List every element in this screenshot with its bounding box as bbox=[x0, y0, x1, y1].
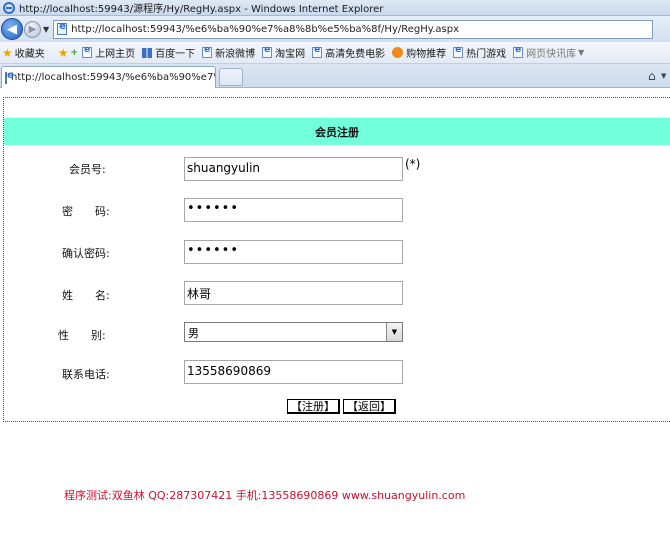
favorite-item[interactable]: 新浪微博 bbox=[202, 45, 255, 60]
address-url: http://localhost:59943/%e6%ba%90%e7%a8%8… bbox=[71, 23, 460, 35]
recent-pages-dropdown-icon[interactable]: ▼ bbox=[43, 25, 49, 34]
member-id-input[interactable]: shuangyulin bbox=[184, 157, 403, 181]
tab-label: http://localhost:59943/%e6%ba%90%e7%a8%8… bbox=[11, 72, 215, 83]
back-button[interactable]: 【返回】 bbox=[343, 399, 396, 414]
window-title-bar: http://localhost:59943/源程序/Hy/RegHy.aspx… bbox=[0, 0, 670, 16]
favorite-item-label: 购物推荐 bbox=[406, 49, 447, 60]
favorite-item-label: 网页快讯库 bbox=[526, 49, 577, 60]
favorite-item-label: 高清免费电影 bbox=[325, 49, 386, 60]
arrow-right-icon: ▶ bbox=[28, 23, 37, 35]
add-favorite-icon[interactable]: ★ bbox=[58, 46, 69, 60]
favorite-item-label: 新浪微博 bbox=[215, 49, 256, 60]
page-icon bbox=[5, 70, 14, 84]
back-button[interactable]: ◀ bbox=[1, 18, 23, 40]
favorites-bar: ★ 收藏夹 ★+ 上网主页 百度一下 新浪微博 淘宝网 高清免费电影 购物推荐 … bbox=[0, 42, 670, 64]
window-title: http://localhost:59943/源程序/Hy/RegHy.aspx… bbox=[19, 4, 384, 15]
confirm-password-input[interactable]: •••••• bbox=[184, 240, 403, 264]
confirm-password-label: 确认密码: bbox=[62, 247, 110, 260]
new-tab-button[interactable] bbox=[219, 68, 243, 86]
ie-page-icon bbox=[202, 45, 213, 58]
favorite-item[interactable]: 百度一下 bbox=[142, 45, 195, 60]
favorite-item[interactable]: 高清免费电影 bbox=[312, 45, 385, 60]
footer-text: 程序测试:双鱼林 QQ:287307421 手机:13558690869 www… bbox=[64, 489, 466, 502]
navigation-bar: ◀ ▶ ▼ http://localhost:59943/%e6%ba%90%e… bbox=[0, 16, 670, 42]
required-mark: (*) bbox=[405, 157, 421, 171]
member-id-label: 会员号: bbox=[69, 163, 106, 176]
name-input[interactable]: 林哥 bbox=[184, 281, 403, 305]
password-label: 密 码: bbox=[62, 205, 110, 218]
page-icon bbox=[57, 21, 68, 35]
gender-selected-value: 男 bbox=[188, 327, 199, 340]
favorite-item[interactable]: 热门游戏 bbox=[453, 45, 506, 60]
chevron-down-icon[interactable]: ▼ bbox=[661, 72, 666, 80]
plus-icon: + bbox=[70, 47, 79, 58]
password-input[interactable]: •••••• bbox=[184, 198, 403, 222]
register-button[interactable]: 【注册】 bbox=[287, 399, 340, 414]
favorite-item[interactable]: 淘宝网 bbox=[262, 45, 305, 60]
arrow-left-icon: ◀ bbox=[7, 21, 17, 37]
ie-page-icon bbox=[453, 45, 464, 58]
ie-page-icon bbox=[82, 45, 93, 58]
ie-logo-icon bbox=[3, 1, 15, 14]
form-header: 会员注册 bbox=[4, 117, 670, 145]
forward-button[interactable]: ▶ bbox=[24, 20, 41, 38]
address-bar[interactable]: http://localhost:59943/%e6%ba%90%e7%a8%8… bbox=[53, 19, 654, 39]
favorite-item[interactable]: 上网主页 bbox=[82, 45, 135, 60]
gender-label: 性 别: bbox=[58, 329, 106, 342]
tab-strip: http://localhost:59943/%e6%ba%90%e7%a8%8… bbox=[0, 64, 670, 88]
favorites-label: 收藏夹 bbox=[14, 49, 45, 60]
name-label: 姓 名: bbox=[62, 289, 110, 302]
web-slice-gallery[interactable]: 网页快讯库▼ bbox=[513, 45, 584, 60]
phone-label: 联系电话: bbox=[62, 368, 110, 381]
ie-page-icon bbox=[312, 45, 323, 58]
baidu-icon bbox=[142, 47, 153, 58]
gender-select[interactable]: 男 ▼ bbox=[184, 322, 403, 342]
shopping-icon bbox=[392, 47, 404, 58]
page-content: 会员注册 会员号: shuangyulin (*) 密 码: •••••• 确认… bbox=[0, 89, 670, 547]
ie-page-icon bbox=[262, 45, 273, 58]
favorite-item-label: 淘宝网 bbox=[275, 49, 306, 60]
chevron-down-icon[interactable]: ▼ bbox=[386, 323, 402, 341]
favorites-button[interactable]: ★ 收藏夹 bbox=[2, 45, 45, 61]
favorite-item-label: 上网主页 bbox=[95, 49, 136, 60]
favorite-item-label: 百度一下 bbox=[155, 49, 196, 60]
favorite-item[interactable]: 购物推荐 bbox=[392, 45, 446, 60]
favorite-item-label: 热门游戏 bbox=[466, 49, 507, 60]
phone-input[interactable]: 13558690869 bbox=[184, 360, 403, 384]
ie-page-icon bbox=[513, 45, 524, 58]
star-icon: ★ bbox=[2, 45, 13, 60]
home-icon[interactable]: ⌂ bbox=[648, 69, 656, 83]
chevron-down-icon: ▼ bbox=[578, 48, 585, 57]
tab-current[interactable]: http://localhost:59943/%e6%ba%90%e7%a8%8… bbox=[1, 66, 216, 88]
